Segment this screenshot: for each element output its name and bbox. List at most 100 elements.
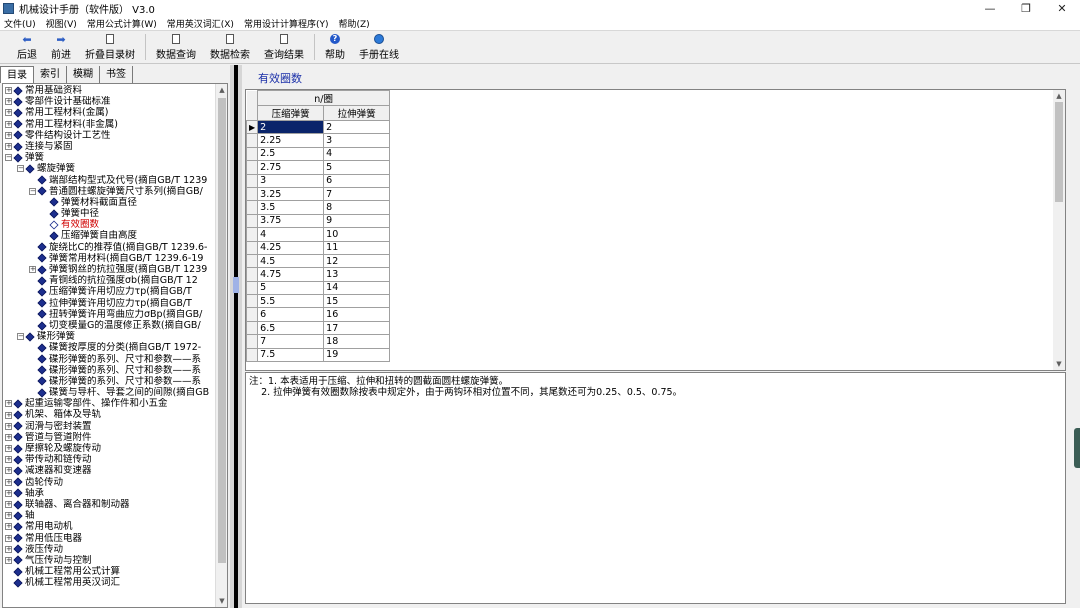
- tree-node[interactable]: 碟形弹簧的系列、尺寸和参数——系: [5, 365, 215, 376]
- collapse-icon[interactable]: −: [5, 154, 12, 162]
- expand-icon[interactable]: +: [5, 556, 12, 564]
- side-handle[interactable]: [1074, 428, 1080, 468]
- tree-node[interactable]: + 减速器和变速器: [5, 465, 215, 476]
- tab-bookmarks[interactable]: 书签: [100, 66, 133, 83]
- row-header[interactable]: [246, 186, 259, 202]
- minimize-button[interactable]: —: [972, 0, 1008, 16]
- tree-node[interactable]: + 摩擦轮及螺旋传动: [5, 443, 215, 454]
- expand-icon[interactable]: +: [5, 400, 12, 408]
- expand-icon[interactable]: +: [5, 109, 12, 117]
- table-row[interactable]: 2.75 5: [246, 160, 391, 175]
- expand-icon[interactable]: +: [5, 131, 12, 139]
- table-cell[interactable]: 3.75: [257, 213, 325, 229]
- tree-node[interactable]: + 润滑与密封装置: [5, 421, 215, 432]
- expand-icon[interactable]: +: [5, 512, 12, 520]
- table-cell[interactable]: 10: [323, 227, 391, 242]
- menu-glossary[interactable]: 常用英汉词汇(X): [167, 17, 234, 30]
- expand-icon[interactable]: +: [5, 411, 12, 419]
- table-row[interactable]: 6.5 17: [246, 320, 391, 336]
- table-cell[interactable]: 5: [323, 160, 391, 175]
- table-cell[interactable]: 9: [323, 213, 391, 229]
- scroll-thumb[interactable]: [218, 98, 226, 563]
- data-search-button[interactable]: 数据检索: [203, 31, 257, 63]
- expand-icon[interactable]: +: [5, 120, 12, 128]
- table-cell[interactable]: 19: [323, 347, 391, 363]
- row-header[interactable]: [246, 320, 259, 336]
- table-cell[interactable]: 18: [323, 334, 391, 349]
- tree-node[interactable]: + 零件结构设计工艺性: [5, 130, 215, 141]
- tree-node[interactable]: + 连接与紧固: [5, 141, 215, 152]
- tree-node[interactable]: − 螺旋弹簧: [5, 163, 215, 174]
- table-cell[interactable]: 2.25: [257, 133, 325, 148]
- tree-node[interactable]: + 气压传动与控制: [5, 555, 215, 566]
- forward-button[interactable]: ➡ 前进: [44, 31, 78, 63]
- table-cell[interactable]: 7: [257, 334, 325, 349]
- scroll-down-icon[interactable]: ▼: [216, 595, 227, 607]
- tree-node[interactable]: + 管道与管道附件: [5, 432, 215, 443]
- table-row[interactable]: 3.5 8: [246, 200, 391, 215]
- table-cell[interactable]: 16: [323, 307, 391, 322]
- back-button[interactable]: ⬅ 后退: [10, 31, 44, 63]
- expand-icon[interactable]: +: [5, 143, 12, 151]
- tree-node[interactable]: 有效圈数: [5, 219, 215, 230]
- table-row[interactable]: 4 10: [246, 227, 391, 242]
- table-row[interactable]: 2.5 4: [246, 146, 391, 162]
- expand-icon[interactable]: +: [5, 445, 12, 453]
- table-cell[interactable]: 11: [323, 240, 391, 255]
- expand-icon[interactable]: +: [5, 456, 12, 464]
- row-header[interactable]: [246, 227, 259, 242]
- expand-icon[interactable]: +: [29, 266, 36, 274]
- table-row[interactable]: ▶ 2 2: [246, 119, 391, 135]
- tree-node[interactable]: + 零部件设计基础标准: [5, 96, 215, 107]
- tree-node[interactable]: + 起重运输零部件、操作件和小五金: [5, 398, 215, 409]
- table-cell[interactable]: 2.75: [257, 160, 325, 175]
- table-cell[interactable]: 5.5: [257, 294, 325, 309]
- expand-icon[interactable]: +: [5, 523, 12, 531]
- row-header[interactable]: [246, 294, 259, 309]
- manual-online-button[interactable]: 手册在线: [352, 31, 406, 63]
- tree-node[interactable]: 切变模量G的温度修正系数(摘自GB/: [5, 320, 215, 331]
- table-cell[interactable]: 15: [323, 294, 391, 309]
- data-query-button[interactable]: 数据查询: [149, 31, 203, 63]
- table-cell[interactable]: 3.5: [257, 200, 325, 215]
- tree-node[interactable]: + 轴: [5, 510, 215, 521]
- expand-icon[interactable]: +: [5, 489, 12, 497]
- table-row[interactable]: 3.75 9: [246, 213, 391, 229]
- row-header[interactable]: [246, 200, 259, 215]
- table-cell[interactable]: 4.5: [257, 253, 325, 269]
- tree-node[interactable]: 碟形弹簧的系列、尺寸和参数——系: [5, 376, 215, 387]
- row-header[interactable]: [246, 213, 259, 229]
- collapse-icon[interactable]: −: [29, 187, 36, 195]
- pane-splitter[interactable]: [230, 65, 242, 608]
- tree-node[interactable]: 拉伸弹簧许用切应力τp(摘自GB/T: [5, 298, 215, 309]
- table-row[interactable]: 36: [246, 173, 391, 188]
- tree-node[interactable]: + 联轴器、离合器和制动器: [5, 499, 215, 510]
- expand-icon[interactable]: +: [5, 478, 12, 486]
- expand-icon[interactable]: +: [5, 98, 12, 106]
- table-cell[interactable]: 3: [257, 173, 325, 188]
- tree-node[interactable]: 青铜线的抗拉强度σb(摘自GB/T 12: [5, 275, 215, 286]
- menu-view[interactable]: 视图(V): [46, 17, 77, 30]
- tree-scrollbar[interactable]: ▲ ▼: [215, 84, 227, 607]
- row-header[interactable]: [246, 280, 259, 296]
- table-row[interactable]: 2.25 3: [246, 133, 391, 148]
- expand-icon[interactable]: +: [5, 422, 12, 430]
- expand-icon[interactable]: +: [5, 467, 12, 475]
- row-header[interactable]: [246, 307, 259, 322]
- table-cell[interactable]: 2: [257, 119, 325, 135]
- close-button[interactable]: ✕: [1044, 0, 1080, 16]
- tree-node[interactable]: + 液压传动: [5, 544, 215, 555]
- help-button[interactable]: ? 帮助: [318, 31, 352, 63]
- menu-file[interactable]: 文件(U): [4, 17, 36, 30]
- row-header[interactable]: [246, 267, 259, 282]
- tree-node[interactable]: 压缩弹簧自由高度: [5, 230, 215, 241]
- table-row[interactable]: 3.25 7: [246, 186, 391, 202]
- table-row[interactable]: 7.5 19: [246, 347, 391, 363]
- tree-node[interactable]: 端部结构型式及代号(摘自GB/T 1239: [5, 175, 215, 186]
- tree-node[interactable]: − 普通圆柱螺旋弹簧尺寸系列(摘自GB/: [5, 186, 215, 197]
- tree-node[interactable]: − 弹簧: [5, 152, 215, 163]
- table-cell[interactable]: 3: [323, 133, 391, 148]
- tree-node[interactable]: + 常用工程材料(金属): [5, 107, 215, 118]
- tree-node[interactable]: 机械工程常用英汉词汇: [5, 577, 215, 588]
- expand-icon[interactable]: +: [5, 534, 12, 542]
